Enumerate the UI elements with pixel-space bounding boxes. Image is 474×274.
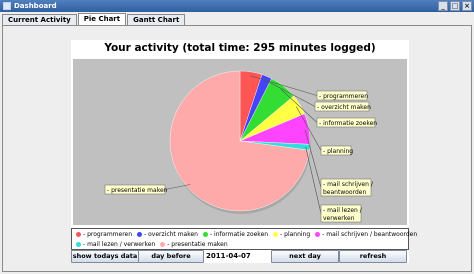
- chart-title: Your activity (total time: 295 minutes l…: [104, 42, 376, 54]
- show-todays-data-button[interactable]: show todays data: [71, 250, 139, 263]
- pie-chart: Your activity (total time: 295 minutes l…: [71, 40, 417, 263]
- window-titlebar: Dashboard _ □ ×: [0, 0, 474, 12]
- close-icon[interactable]: ×: [462, 1, 472, 11]
- legend-item: - informatie zoeken: [202, 231, 269, 238]
- legend-label: - mail lezen / verwerken: [83, 241, 156, 248]
- callout-label: - mail schrijven /: [323, 181, 374, 188]
- legend: - programmeren - overzicht maken - informa…: [71, 228, 417, 250]
- tab-gantt-chart[interactable]: Gantt Chart: [127, 14, 186, 25]
- legend-item: - planning: [273, 231, 310, 238]
- legend-label: - informatie zoeken: [209, 231, 269, 238]
- maximize-icon[interactable]: □: [450, 1, 460, 11]
- pie-chart-panel: Your activity (total time: 295 minutes l…: [2, 25, 472, 272]
- minimize-icon[interactable]: _: [438, 1, 448, 11]
- day-before-button[interactable]: day before: [138, 250, 204, 263]
- legend-swatch-icon: [273, 232, 279, 237]
- legend-item: - mail schrijven / beantwoorden: [315, 231, 417, 238]
- callout-label: - presentatie maken: [107, 187, 168, 194]
- pie-svg: - programmeren - overzicht maken - informa…: [104, 70, 377, 223]
- legend-item: - presentatie maken: [160, 241, 228, 248]
- legend-label: - presentatie maken: [167, 241, 228, 248]
- legend-swatch-icon: [76, 232, 81, 237]
- app-icon: [3, 2, 11, 10]
- plot-area: - programmeren - overzicht maken - informa…: [73, 59, 407, 225]
- callout-label: - mail lezen /: [323, 207, 363, 214]
- window-title: Dashboard: [14, 2, 57, 10]
- legend-item: - mail lezen / verwerken: [76, 241, 155, 248]
- legend-swatch-icon: [202, 232, 208, 237]
- callout-label: - programmeren: [319, 93, 368, 100]
- legend-label: - programmeren: [83, 231, 133, 238]
- legend-item: - programmeren: [76, 231, 132, 238]
- callout-label: - overzicht maken: [317, 104, 371, 111]
- legend-swatch-icon: [315, 232, 321, 237]
- legend-swatch-icon: [160, 242, 166, 247]
- window-body: Current Activity Pie Chart Gantt Chart Y…: [0, 12, 474, 274]
- callout-label: verwerken: [323, 215, 355, 222]
- callout-label: - planning: [323, 148, 353, 155]
- legend-label: - mail schrijven / beantwoorden: [322, 231, 418, 238]
- legend-label: - planning: [280, 231, 311, 238]
- callout-label: - informatie zoeken: [319, 120, 377, 127]
- tab-current-activity[interactable]: Current Activity: [2, 14, 77, 25]
- refresh-button[interactable]: refresh: [339, 250, 407, 263]
- legend-row: - mail lezen / verwerken - presentatie ma…: [76, 241, 233, 248]
- tab-pie-chart[interactable]: Pie Chart: [77, 13, 127, 25]
- legend-row: - programmeren - overzicht maken - informa…: [76, 231, 422, 238]
- legend-label: - overzicht maken: [144, 231, 198, 238]
- current-date-label: 2011-04-07: [206, 252, 251, 260]
- next-day-button[interactable]: next day: [271, 250, 339, 263]
- legend-item: - overzicht maken: [137, 231, 198, 238]
- legend-swatch-icon: [137, 232, 143, 237]
- legend-swatch-icon: [76, 242, 81, 247]
- tab-bar: Current Activity Pie Chart Gantt Chart: [2, 13, 186, 25]
- callout-label: beantwoorden: [323, 189, 366, 196]
